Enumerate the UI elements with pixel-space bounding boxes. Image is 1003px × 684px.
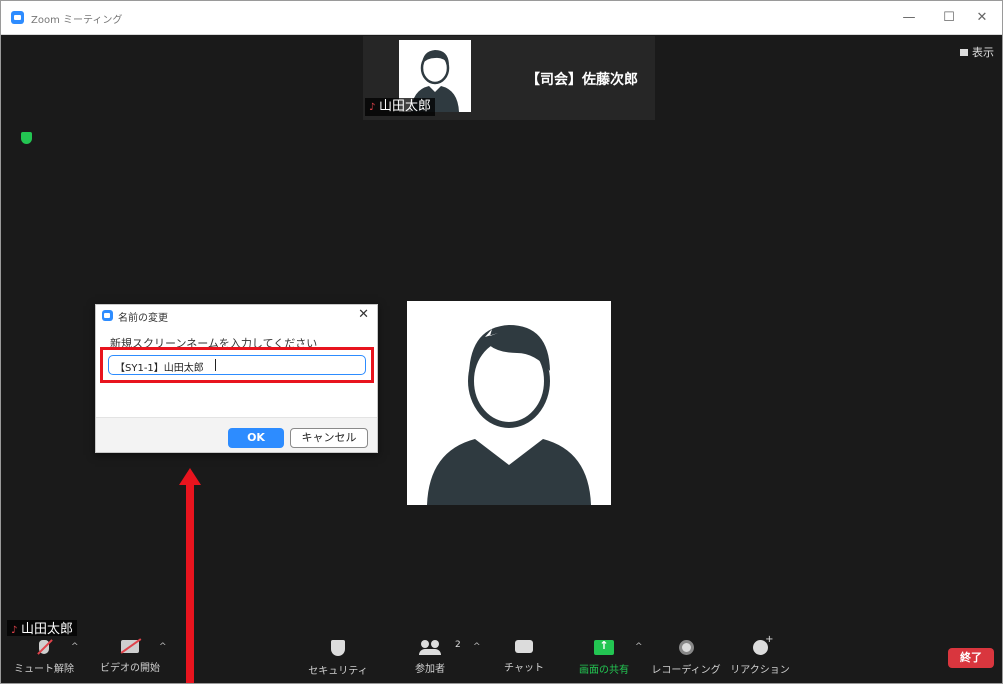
minimize-button[interactable]: —	[894, 7, 924, 29]
chevron-up-icon[interactable]: ^	[159, 642, 167, 652]
view-button[interactable]: 表示	[960, 44, 994, 60]
unmute-button[interactable]: ミュート解除	[9, 640, 79, 675]
screen-name-input[interactable]: 【SY1-1】山田太郎	[108, 355, 366, 375]
end-meeting-button[interactable]: 終了	[948, 648, 994, 668]
dialog-title-bar: 名前の変更 ✕	[96, 305, 377, 325]
meeting-toolbar: ミュート解除 ^ ビデオの開始 ^ セキュリティ 参加者 2 ^ チャット ↑ …	[7, 634, 1002, 683]
chat-button[interactable]: チャット	[489, 640, 559, 674]
chevron-up-icon[interactable]: ^	[473, 642, 481, 652]
close-icon[interactable]: ✕	[358, 307, 369, 322]
chat-icon	[515, 640, 533, 653]
video-off-icon	[121, 640, 139, 653]
zoom-app-icon	[11, 11, 24, 24]
start-video-button[interactable]: ビデオの開始	[95, 640, 165, 674]
security-button[interactable]: セキュリティ	[303, 640, 373, 677]
window-title: Zoom ミーティング	[31, 15, 123, 26]
reaction-icon	[752, 634, 774, 655]
zoom-window: Zoom ミーティング — ☐ ✕ ♪ 山田太郎 【司会】佐藤次郎 表示 ♪ 山…	[0, 0, 1003, 684]
participant-name-label: ♪ 山田太郎	[365, 98, 436, 116]
title-bar: Zoom ミーティング — ☐ ✕	[1, 1, 1002, 35]
ok-button[interactable]: OK	[228, 428, 284, 448]
chevron-up-icon[interactable]: ^	[71, 642, 79, 652]
share-screen-button[interactable]: 画面の共有	[569, 639, 639, 676]
participant-name-label: 【司会】佐藤次郎	[526, 72, 638, 88]
active-speaker-video	[407, 301, 611, 505]
participants-icon	[419, 640, 441, 655]
security-icon	[331, 640, 345, 656]
maximize-button[interactable]: ☐	[934, 7, 964, 29]
cancel-button[interactable]: キャンセル	[290, 428, 368, 448]
mic-muted-icon: ♪	[369, 102, 376, 113]
participant-tile[interactable]: 【司会】佐藤次郎	[509, 36, 655, 120]
share-screen-icon	[594, 639, 614, 655]
zoom-app-icon	[102, 310, 113, 321]
participant-strip: ♪ 山田太郎 【司会】佐藤次郎	[363, 36, 655, 120]
reactions-button[interactable]: リアクション	[725, 634, 795, 676]
close-window-button[interactable]: ✕	[967, 7, 997, 29]
chevron-up-icon[interactable]: ^	[635, 642, 643, 652]
participant-count-badge: 2	[455, 640, 461, 650]
mic-muted-icon: ♪	[11, 625, 18, 636]
annotation-arrow	[186, 481, 194, 683]
rename-dialog: 名前の変更 ✕ 新規スクリーンネームを入力してください 【SY1-1】山田太郎 …	[95, 304, 378, 453]
encryption-shield-icon[interactable]	[21, 132, 32, 144]
meeting-stage: ♪ 山田太郎 【司会】佐藤次郎 表示 ♪ 山田太郎 ミュート解除 ^ ビデオの開…	[7, 36, 1002, 683]
person-silhouette-icon	[407, 301, 611, 505]
dialog-title: 名前の変更	[118, 313, 168, 324]
participant-tile[interactable]: ♪ 山田太郎	[363, 36, 503, 120]
record-icon	[678, 640, 694, 655]
record-button[interactable]: レコーディング	[651, 640, 721, 676]
dialog-footer: OK キャンセル	[96, 417, 377, 452]
mic-muted-icon	[39, 640, 49, 654]
